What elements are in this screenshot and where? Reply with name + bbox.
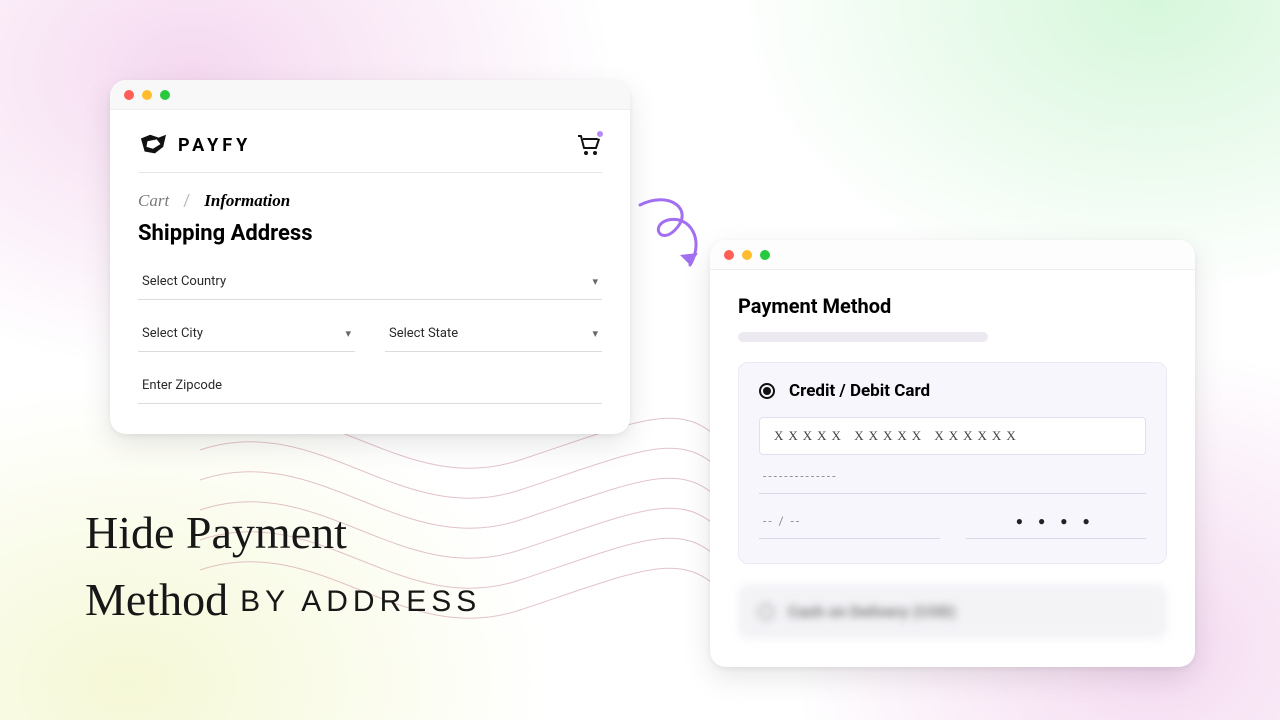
breadcrumb-cart[interactable]: Cart — [138, 191, 169, 211]
cod-label: Cash on Delivery (COD) — [788, 602, 955, 621]
window-min-dot[interactable] — [142, 90, 152, 100]
window-min-dot[interactable] — [742, 250, 752, 260]
city-label: Select City — [142, 326, 203, 341]
breadcrumb-sep: / — [183, 191, 190, 211]
card-name-input[interactable]: -------------- — [759, 455, 1146, 494]
headline-line2a: Method — [85, 574, 228, 625]
city-select[interactable]: Select City ▾ — [138, 318, 355, 352]
card-cvv-input[interactable]: ● ● ● ● — [966, 500, 1147, 539]
window-max-dot[interactable] — [160, 90, 170, 100]
marketing-headline: Hide Payment Method BY ADDRESS — [85, 500, 481, 633]
card-number-input[interactable]: XXXXX XXXXX XXXXXX — [759, 417, 1146, 455]
shipping-window: PAYFY Cart / Information Shipping Addres… — [110, 80, 630, 434]
window-titlebar — [710, 240, 1195, 270]
cart-icon[interactable] — [576, 132, 602, 158]
credit-card-option[interactable]: Credit / Debit Card XXXXX XXXXX XXXXXX -… — [738, 362, 1167, 564]
cart-badge — [595, 129, 605, 139]
chevron-down-icon: ▾ — [592, 327, 598, 340]
radio-selected-icon[interactable] — [759, 383, 775, 399]
state-select[interactable]: Select State ▾ — [385, 318, 602, 352]
payment-title: Payment Method — [738, 294, 1167, 318]
shipping-title: Shipping Address — [138, 221, 602, 246]
state-label: Select State — [389, 326, 458, 341]
zipcode-label: Enter Zipcode — [142, 378, 222, 393]
brand-bar: PAYFY — [138, 132, 602, 173]
zipcode-input[interactable]: Enter Zipcode — [138, 370, 602, 404]
window-close-dot[interactable] — [124, 90, 134, 100]
card-expiry-input[interactable]: -- / -- — [759, 500, 940, 539]
headline-line2b: BY ADDRESS — [240, 585, 481, 618]
payfy-logo-icon — [138, 132, 168, 158]
loading-bar — [738, 332, 988, 342]
radio-unselected-icon — [758, 604, 774, 620]
country-label: Select Country — [142, 274, 226, 289]
window-close-dot[interactable] — [724, 250, 734, 260]
credit-card-label: Credit / Debit Card — [789, 381, 930, 401]
payment-window: Payment Method Credit / Debit Card XXXXX… — [710, 240, 1195, 667]
chevron-down-icon: ▾ — [592, 275, 598, 288]
window-titlebar — [110, 80, 630, 110]
breadcrumb: Cart / Information — [138, 191, 602, 211]
headline-line1: Hide Payment — [85, 500, 481, 567]
chevron-down-icon: ▾ — [345, 327, 351, 340]
breadcrumb-information[interactable]: Information — [204, 191, 290, 211]
brand-name: PAYFY — [178, 135, 251, 156]
country-select[interactable]: Select Country ▾ — [138, 266, 602, 300]
cod-option-hidden: Cash on Delivery (COD) — [738, 584, 1167, 639]
window-max-dot[interactable] — [760, 250, 770, 260]
